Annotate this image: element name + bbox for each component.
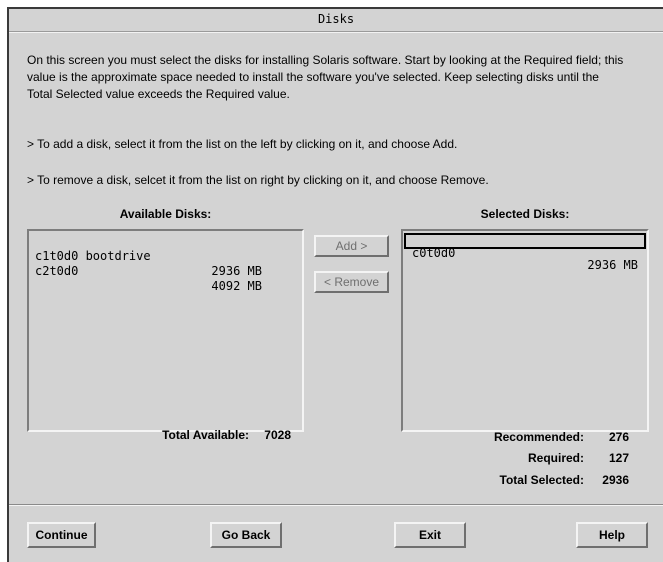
disk-name: c2t0d0 [35,264,79,278]
required-value: 127 [608,451,629,465]
disk-size: 2936 MB [587,258,638,272]
total-selected-value: 2936 [602,473,629,487]
disk-size: 2936 MB [211,264,262,278]
remove-hint-text: > To remove a disk, selcet it from the l… [27,173,489,187]
available-disks-list[interactable]: c1t0d0 bootdrive 2936 MB c2t0d0 4092 MB [27,229,304,432]
intro-text: On this screen you must select the disks… [27,53,624,101]
total-selected-label: Total Selected: [499,473,584,487]
remove-button[interactable]: < Remove [314,271,389,293]
total-available-label: Total Available: [162,428,249,442]
help-button[interactable]: Help [576,522,648,548]
selected-disks-heading: Selected Disks: [480,207,570,221]
total-available-value: 7028 [264,428,291,442]
required-label: Required: [527,451,584,465]
window-title: Disks [317,12,355,26]
recommended-label: Recommended: [493,430,584,444]
continue-button[interactable]: Continue [27,522,96,548]
add-button[interactable]: Add > [314,235,389,257]
available-disk-row[interactable]: c1t0d0 bootdrive 2936 MB [29,234,302,278]
selected-disk-row[interactable]: c0t0d0 2936 MB [404,233,646,271]
selected-disks-list[interactable]: c0t0d0 2936 MB [401,229,649,432]
disk-size: 4092 MB [211,279,262,293]
available-disk-row[interactable]: c2t0d0 4092 MB [29,249,302,293]
available-disks-heading: Available Disks: [119,207,212,221]
disks-window: Disks On this screen you must select the… [7,7,663,562]
disk-name: c0t0d0 [412,246,456,260]
exit-button[interactable]: Exit [394,522,466,548]
footer-divider [9,504,663,506]
recommended-value: 276 [608,430,629,444]
add-hint-text: > To add a disk, select it from the list… [27,137,458,151]
go-back-button[interactable]: Go Back [210,522,282,548]
title-bar[interactable]: Disks [9,9,663,32]
